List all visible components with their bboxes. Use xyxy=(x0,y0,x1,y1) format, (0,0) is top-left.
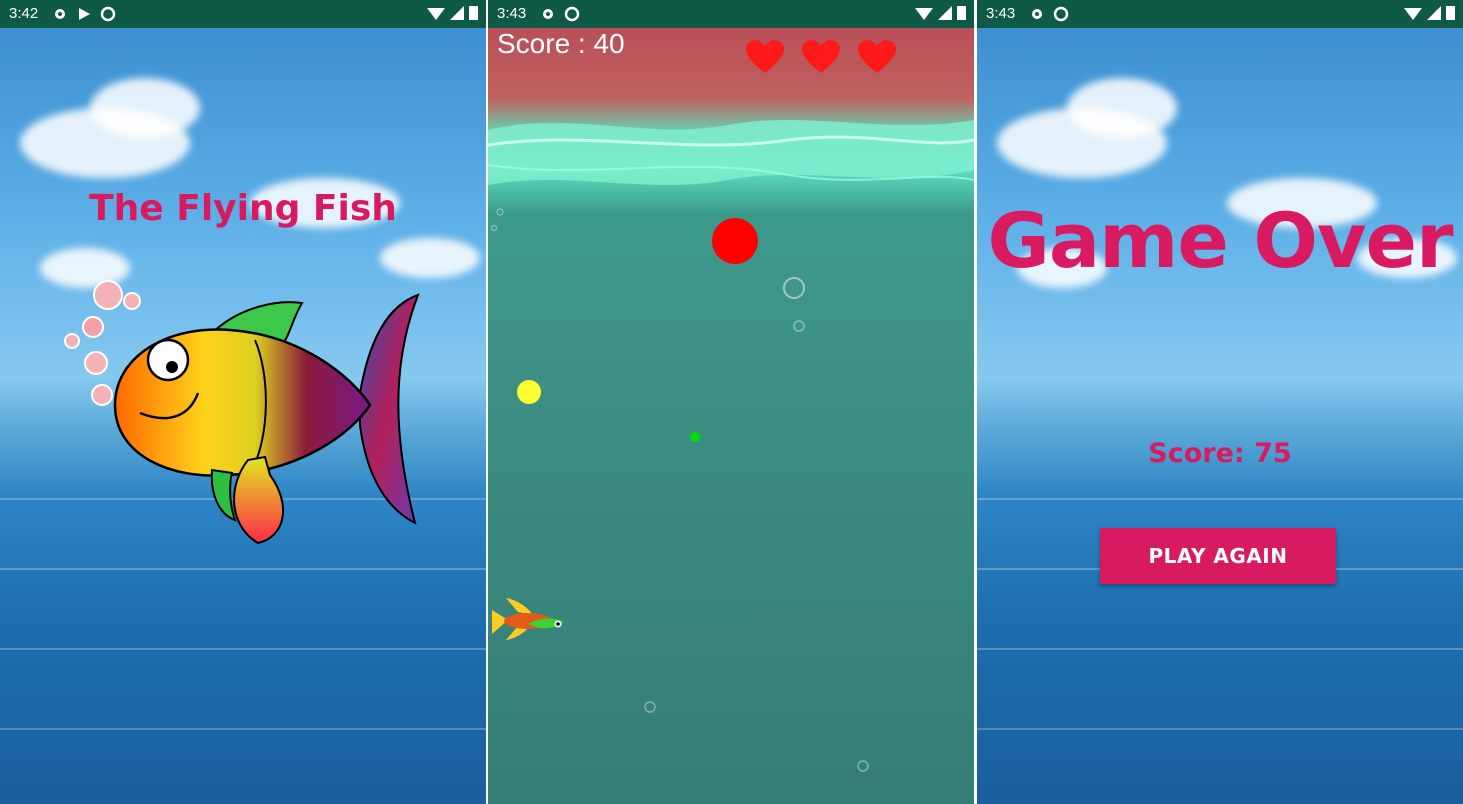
sync-icon xyxy=(1053,6,1069,26)
settings-icon xyxy=(52,6,68,26)
green-ball xyxy=(690,432,700,442)
game-title: The Flying Fish xyxy=(89,188,397,229)
bubble xyxy=(490,224,498,232)
status-time: 3:43 xyxy=(986,5,1016,22)
signal-icon xyxy=(1427,5,1441,24)
sync-icon xyxy=(100,6,116,26)
splash-screen: 3:42 The Flying Fish xyxy=(0,0,486,804)
game-over-screen: 3:43 Game Over Score: 75 PLAY AGAIN xyxy=(977,0,1463,804)
battery-icon xyxy=(1446,5,1455,24)
bubble xyxy=(496,208,504,216)
game-playfield[interactable] xyxy=(488,0,974,804)
signal-icon xyxy=(450,5,464,24)
bubble xyxy=(644,701,656,713)
status-bar: 3:42 xyxy=(0,0,486,28)
gameplay-screen[interactable]: 3:43 Score : 40 xyxy=(488,0,974,804)
bubble xyxy=(793,320,805,332)
sky-ocean-background xyxy=(977,28,1463,804)
game-over-title: Game Over xyxy=(987,196,1453,285)
bubble xyxy=(857,760,869,772)
play-again-button[interactable]: PLAY AGAIN xyxy=(1100,528,1336,584)
red-ball xyxy=(712,218,758,264)
player-fish[interactable] xyxy=(492,598,564,640)
yellow-ball xyxy=(517,380,541,404)
settings-icon xyxy=(1029,6,1045,26)
wifi-icon xyxy=(1404,5,1422,24)
status-time: 3:42 xyxy=(9,5,39,22)
wifi-icon xyxy=(427,5,445,24)
final-score: Score: 75 xyxy=(1148,438,1292,469)
bubble xyxy=(783,277,805,299)
rainbow-fish-logo xyxy=(64,280,420,545)
battery-icon xyxy=(469,5,478,24)
play-store-icon xyxy=(76,6,92,26)
status-bar: 3:43 xyxy=(977,0,1463,28)
